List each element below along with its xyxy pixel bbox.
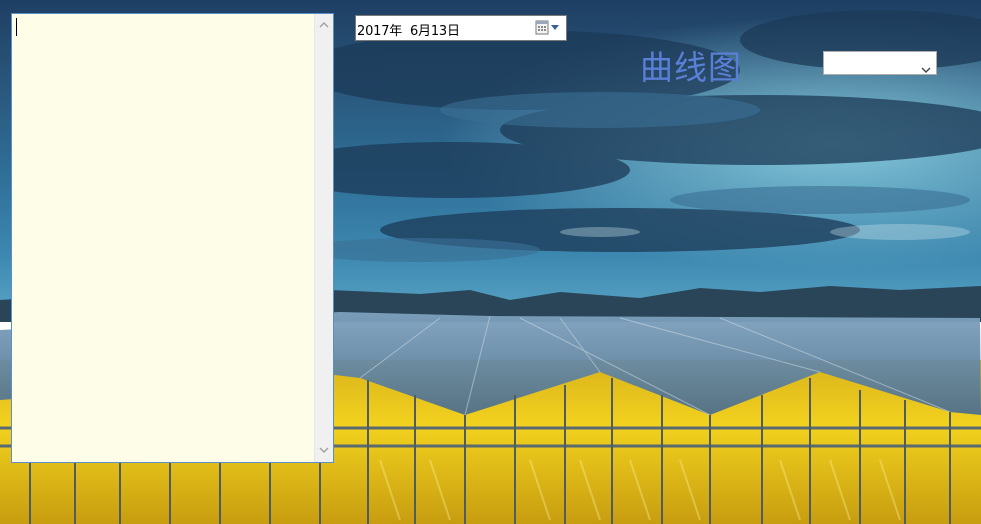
chevron-down-icon[interactable]: [315, 441, 333, 461]
vertical-scrollbar[interactable]: [314, 14, 333, 462]
date-picker[interactable]: 2017年 6月13日: [355, 15, 567, 41]
calendar-icon: [535, 20, 549, 35]
chevron-down-icon[interactable]: [921, 59, 931, 78]
log-text-input[interactable]: [12, 14, 314, 462]
date-value[interactable]: 2017年 6月13日: [357, 20, 460, 39]
page-title: 曲线图: [640, 48, 742, 87]
text-caret: [16, 18, 17, 36]
log-textbox[interactable]: [11, 13, 334, 463]
chevron-up-icon[interactable]: [315, 15, 333, 35]
date-dropdown-button[interactable]: [534, 19, 562, 37]
application-window: 2017年 6月13日 曲线图: [0, 0, 981, 524]
series-select[interactable]: [823, 51, 937, 75]
triangle-down-icon: [551, 25, 559, 30]
